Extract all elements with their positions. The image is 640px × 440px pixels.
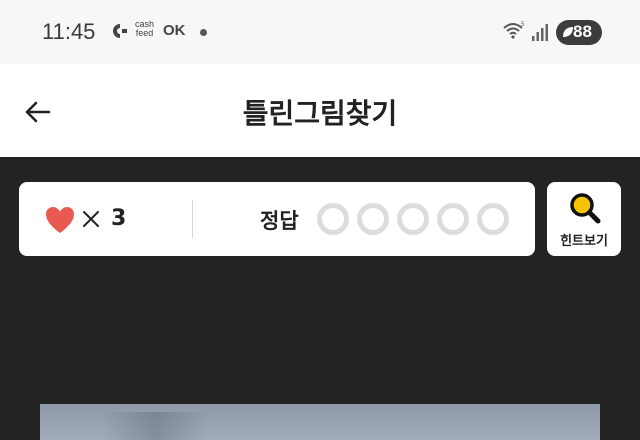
app-header: 틀린그림찾기 xyxy=(0,64,640,157)
puzzle-image-shade xyxy=(100,412,210,440)
answer-slot xyxy=(357,203,389,235)
hint-button[interactable]: 힌트보기 xyxy=(547,182,621,256)
cashfeed-logo-icon xyxy=(113,24,127,38)
status-time: 11:45 xyxy=(42,19,96,44)
lives-count: 3 xyxy=(111,206,127,231)
signal-icon xyxy=(532,24,548,41)
answer-slot xyxy=(317,203,349,235)
heart-icon xyxy=(46,207,74,233)
answer-slot xyxy=(477,203,509,235)
battery-level: 88 xyxy=(573,22,592,41)
magnifier-icon xyxy=(570,193,601,224)
game-status-card: 3 정답 xyxy=(19,182,535,256)
hint-label: 힌트보기 xyxy=(560,234,608,249)
cashfeed-label: cash feed xyxy=(135,20,154,38)
ok-label: OK xyxy=(163,22,186,39)
battery-indicator: 88 xyxy=(556,20,602,45)
answer-slot xyxy=(397,203,429,235)
answer-label: 정답 xyxy=(260,209,299,233)
svg-text:5: 5 xyxy=(521,22,525,28)
notification-dot-icon xyxy=(200,29,207,36)
answer-slot xyxy=(437,203,469,235)
cashfeed-line2: feed xyxy=(135,28,154,38)
game-area: 3 정답 힌트보기 xyxy=(0,157,640,440)
card-divider xyxy=(192,200,193,238)
puzzle-image[interactable] xyxy=(40,404,600,440)
page-title: 틀린그림찾기 xyxy=(242,97,398,130)
status-bar: 11:45 cash feed OK 5 88 xyxy=(0,0,640,64)
multiply-icon xyxy=(83,211,99,227)
wifi-icon: 5 xyxy=(503,22,525,39)
